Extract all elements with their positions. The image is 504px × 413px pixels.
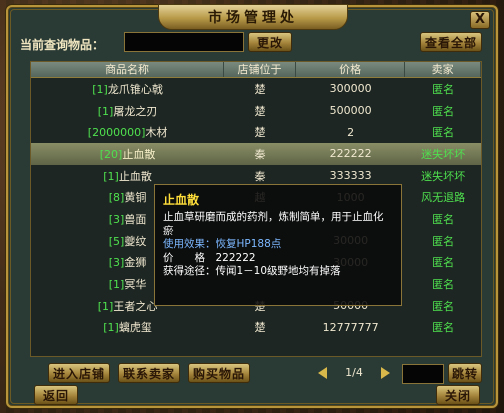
cell-name: 木材 [145, 126, 168, 140]
cell-level: [8] [108, 191, 125, 205]
cell-seller: 匿名 [432, 278, 455, 292]
header-price: 价格 [296, 62, 406, 77]
view-all-button[interactable]: 查看全部 [420, 32, 482, 52]
cell-name: 龙爪锥心戟 [107, 82, 163, 96]
table-row[interactable]: [2000000]木材 楚 2 匿名 [31, 121, 481, 143]
tooltip-source: 获得途径：传闻1－10级野地均有掉落 [163, 265, 341, 277]
cell-item-name: [2000000]木材 [31, 124, 224, 140]
cell-level: [5] [108, 234, 125, 248]
cell-item-name: [1]屠龙之刃 [31, 103, 224, 119]
jump-button[interactable]: 跳转 [448, 363, 482, 383]
cell-price: 300000 [329, 82, 372, 96]
cell-name: 止血散 [118, 169, 152, 183]
cell-name: 兽面 [124, 212, 147, 226]
cell-location: 楚 [254, 321, 266, 335]
close-button[interactable]: 关闭 [436, 385, 480, 405]
contact-seller-button[interactable]: 联系卖家 [118, 363, 180, 383]
cell-location: 秦 [254, 169, 266, 183]
cell-name: 夔纹 [124, 234, 147, 248]
window-title: 市场管理处 [208, 10, 298, 26]
cell-level: [1] [103, 169, 119, 183]
cell-item-name: [1]螭虎玺 [31, 319, 224, 335]
tooltip-item-name: 止血散 [163, 193, 200, 207]
cell-price: 12777777 [322, 320, 379, 334]
cell-name: 冥华 [124, 278, 147, 292]
query-input[interactable] [124, 32, 244, 52]
item-tooltip: 止血散 止血草研磨而成的药剂，炼制简单，用于止血化瘀 使用效果：恢复HP188点… [154, 184, 402, 306]
tooltip-price: 价 格 222222 [163, 251, 256, 264]
cell-seller: 匿名 [432, 299, 455, 313]
cell-location: 楚 [254, 126, 266, 140]
cell-level: [1] [92, 82, 108, 96]
cell-seller: 匿名 [432, 321, 455, 335]
tooltip-effect: 使用效果：恢复HP188点 [163, 238, 282, 250]
cell-level: [2000000] [87, 126, 146, 140]
cell-level: [20] [99, 147, 123, 161]
cell-level: [3] [108, 212, 125, 226]
cell-name: 黄铜 [124, 191, 147, 205]
change-button[interactable]: 更改 [248, 32, 292, 52]
tooltip-description: 止血草研磨而成的药剂，炼制简单，用于止血化瘀 [163, 211, 384, 237]
cell-location: 楚 [254, 82, 266, 96]
cell-price: 2 [347, 125, 355, 139]
cell-price: 500000 [329, 104, 372, 118]
page-jump-input[interactable] [402, 364, 444, 384]
close-icon[interactable]: X [470, 11, 490, 29]
market-window: 市场管理处 X 当前查询物品： 更改 查看全部 商品名称 店铺位于 价格 卖家 … [6, 4, 498, 408]
cell-seller: 风无退路 [421, 191, 466, 205]
cell-seller: 匿名 [432, 126, 455, 140]
pagination: 1/4 [318, 366, 390, 379]
query-label: 当前查询物品： [20, 38, 105, 52]
cell-price: 222222 [329, 147, 372, 161]
cell-seller: 匿名 [432, 104, 455, 118]
cell-seller: 迷失坏坏 [421, 169, 466, 183]
cell-name: 止血散 [122, 147, 156, 161]
cell-price: 333333 [329, 169, 372, 183]
cell-level: [1] [97, 104, 114, 118]
cell-seller: 匿名 [432, 234, 455, 248]
table-header: 商品名称 店铺位于 价格 卖家 [31, 62, 481, 78]
cell-name: 螭虎玺 [118, 321, 152, 335]
cell-name: 屠龙之刃 [113, 104, 158, 118]
cell-level: [1] [108, 278, 125, 292]
cell-level: [3] [108, 256, 125, 270]
cell-name: 王者之心 [113, 299, 158, 313]
table-row[interactable]: [20]止血散 秦 222222 迷失坏坏 [31, 143, 481, 165]
enter-shop-button[interactable]: 进入店铺 [48, 363, 110, 383]
back-button[interactable]: 返回 [34, 385, 78, 405]
table-row[interactable]: [1]螭虎玺 楚 12777777 匿名 [31, 317, 481, 339]
next-page-icon[interactable] [381, 366, 390, 379]
cell-location: 秦 [254, 147, 266, 161]
window-title-bar: 市场管理处 [158, 4, 348, 30]
header-name: 商品名称 [31, 62, 225, 77]
prev-page-icon[interactable] [318, 366, 327, 379]
cell-item-name: [20]止血散 [31, 146, 224, 162]
cell-item-name: [1]止血散 [31, 168, 224, 184]
cell-seller: 匿名 [432, 256, 455, 270]
cell-level: [1] [103, 321, 119, 335]
header-seller: 卖家 [405, 62, 481, 77]
cell-seller: 迷失坏坏 [421, 147, 466, 161]
table-row[interactable]: [1]龙爪锥心戟 楚 300000 匿名 [31, 78, 481, 100]
cell-name: 金狮 [124, 256, 147, 270]
cell-seller: 匿名 [432, 212, 455, 226]
cell-item-name: [1]龙爪锥心戟 [31, 81, 224, 97]
header-location: 店铺位于 [224, 62, 296, 77]
buy-item-button[interactable]: 购买物品 [188, 363, 250, 383]
cell-level: [1] [97, 299, 114, 313]
page-indicator: 1/4 [345, 366, 363, 379]
cell-seller: 匿名 [432, 82, 455, 96]
table-row[interactable]: [1]屠龙之刃 楚 500000 匿名 [31, 100, 481, 122]
cell-location: 楚 [254, 104, 266, 118]
